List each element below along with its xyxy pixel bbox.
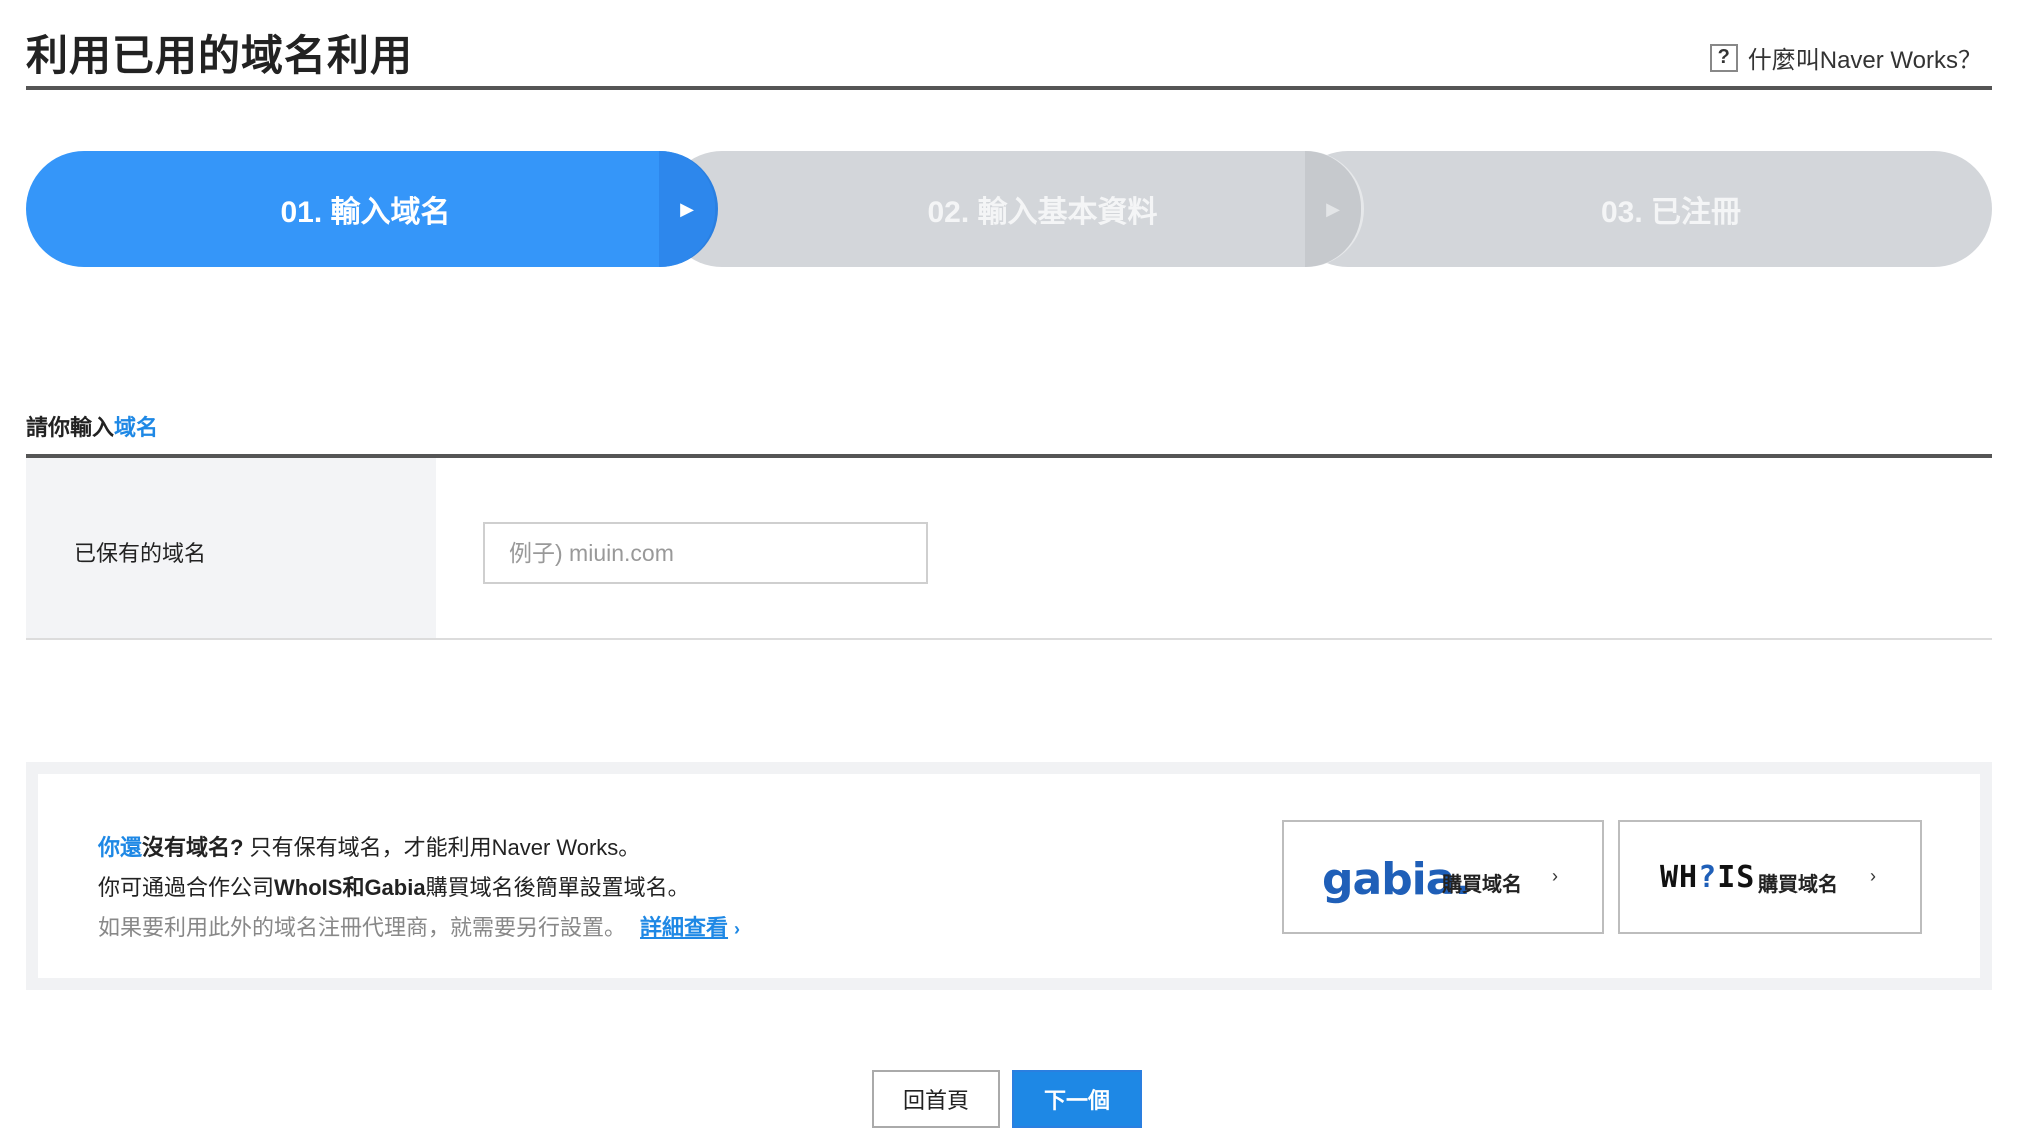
next-button[interactable]: 下一個: [1012, 1070, 1142, 1128]
gabia-buy-label: 購買域名: [1442, 874, 1522, 896]
page-header: 利用已用的域名利用 ? 什麼叫Naver Works？: [26, 0, 1992, 90]
step-2-basic-info: 02. 輸入基本資料 ▶: [664, 151, 1364, 267]
step-2-label: 02. 輸入基本資料: [927, 196, 1158, 229]
info-line-3: 如果要利用此外的域名注冊代理商，就需要另行設置。 詳細查看 ›: [98, 910, 740, 942]
progress-stepper: 01. 輸入域名 ▶ 02. 輸入基本資料 ▶ 03. 已注冊: [26, 151, 1992, 267]
home-button[interactable]: 回首頁: [872, 1070, 1000, 1128]
domain-form: 已保有的域名: [26, 454, 1992, 640]
page-title: 利用已用的域名利用: [26, 32, 414, 79]
info-box-inner: 你還沒有域名? 只有保有域名，才能利用Naver Works。 你可通過合作公司…: [38, 774, 1980, 978]
info-line-1: 你還沒有域名? 只有保有域名，才能利用Naver Works。: [98, 830, 640, 862]
section-heading: 請你輸入域名: [26, 410, 158, 442]
details-link[interactable]: 詳細查看 ›: [640, 915, 740, 940]
section-heading-prefix: 請你輸入: [26, 415, 115, 440]
step-1-label: 01. 輸入域名: [280, 196, 451, 229]
whois-logo-b: IS: [1717, 860, 1756, 895]
whois-logo: WH?IS: [1660, 860, 1755, 895]
buy-domain-whois-button[interactable]: WH?IS 購買域名 ›: [1618, 820, 1922, 934]
info-line-2-c: 購買域名後簡單設置域名。: [425, 875, 690, 900]
info-line-1-rest: 只有保有域名，才能利用Naver Works。: [243, 835, 641, 860]
buy-domain-gabia-button[interactable]: gabia. 購買域名 ›: [1282, 820, 1604, 934]
info-line-2-b: WhoIS和Gabia: [274, 875, 426, 900]
chevron-right-icon: ›: [1870, 866, 1876, 886]
help-link-label: 什麼叫Naver Works？: [1747, 47, 1982, 74]
whois-logo-a: WH: [1660, 860, 1699, 895]
info-line-3-text: 如果要利用此外的域名注冊代理商，就需要另行設置。: [98, 915, 627, 940]
section-heading-accent: 域名: [114, 415, 159, 440]
info-line-2-a: 你可通過合作公司: [98, 875, 275, 900]
step-1-enter-domain: 01. 輸入域名 ▶: [26, 151, 718, 267]
question-icon: ?: [1709, 43, 1738, 72]
chevron-right-icon: ›: [1552, 866, 1558, 886]
step-3-label: 03. 已注冊: [1600, 196, 1742, 229]
whois-buy-label: 購買域名: [1758, 874, 1838, 896]
domain-input[interactable]: [483, 522, 928, 584]
info-line-1-blue: 你還: [98, 835, 143, 860]
chevron-right-icon: ›: [734, 919, 741, 939]
domain-field-label: 已保有的域名: [74, 541, 207, 566]
form-label-cell: 已保有的域名: [26, 458, 436, 638]
details-link-label: 詳細查看: [640, 915, 729, 940]
help-link[interactable]: ? 什麼叫Naver Works？: [1709, 40, 1982, 75]
whois-logo-q: ?: [1698, 860, 1718, 895]
info-line-2: 你可通過合作公司WhoIS和Gabia購買域名後簡單設置域名。: [98, 870, 690, 902]
no-domain-info-box: 你還沒有域名? 只有保有域名，才能利用Naver Works。 你可通過合作公司…: [26, 762, 1992, 990]
step-3-registered: 03. 已注冊: [1290, 151, 1992, 267]
info-line-1-bold: 沒有域名?: [142, 835, 244, 860]
